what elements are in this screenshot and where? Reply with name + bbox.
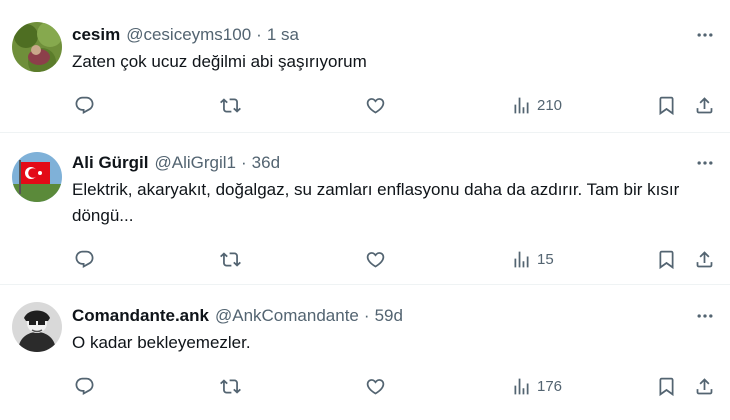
avatar[interactable] (12, 152, 62, 202)
avatar[interactable] (12, 22, 62, 72)
reply-icon (74, 376, 95, 397)
action-bar: 210 (0, 92, 730, 118)
retweet-button[interactable] (220, 373, 241, 399)
reply-button[interactable] (74, 246, 95, 272)
action-bar: 176 (0, 373, 730, 399)
avatar[interactable] (12, 302, 62, 352)
heart-icon (365, 249, 386, 270)
timestamp[interactable]: 1 sa (267, 25, 299, 45)
views-button[interactable]: 210 (511, 92, 562, 118)
reply-button[interactable] (74, 92, 95, 118)
separator-dot: · (363, 306, 370, 325)
share-icon (694, 376, 715, 397)
retweet-icon (220, 376, 241, 397)
more-options-button[interactable] (690, 151, 720, 175)
views-button[interactable]: 15 (511, 246, 554, 272)
reply-button[interactable] (74, 373, 95, 399)
bookmark-icon (656, 249, 677, 270)
bar-chart-icon (511, 95, 532, 116)
author-name[interactable]: cesim (72, 25, 120, 45)
share-icon (694, 95, 715, 116)
author-name[interactable]: Comandante.ank (72, 306, 209, 326)
bookmark-icon (656, 95, 677, 116)
reply-icon (74, 95, 95, 116)
bar-chart-icon (511, 376, 532, 397)
like-button[interactable] (365, 92, 386, 118)
separator-dot: · (256, 25, 262, 44)
bookmark-icon (656, 376, 677, 397)
views-button[interactable]: 176 (511, 373, 562, 399)
more-icon (695, 153, 715, 173)
bookmark-button[interactable] (656, 373, 677, 399)
tweet[interactable]: cesim @cesiceyms100 · 1 sa Zaten çok ucu… (0, 0, 730, 133)
tweet[interactable]: Comandante.ank @AnkComandante · 59d O ka… (0, 285, 730, 420)
heart-icon (365, 376, 386, 397)
share-button[interactable] (694, 246, 715, 272)
bookmark-button[interactable] (656, 246, 677, 272)
views-count: 210 (537, 96, 563, 114)
author-name[interactable]: Ali Gürgil (72, 153, 149, 173)
tweet-text: Zaten çok ucuz değilmi abi şaşırıyorum (72, 52, 367, 71)
like-button[interactable] (365, 246, 386, 272)
views-count: 15 (537, 250, 554, 268)
share-button[interactable] (694, 373, 715, 399)
retweet-icon (220, 249, 241, 270)
more-options-button[interactable] (690, 304, 720, 328)
author-handle[interactable]: @AliGrgil1 (155, 153, 237, 173)
retweet-button[interactable] (220, 246, 241, 272)
author-handle[interactable]: @AnkComandante (215, 306, 359, 326)
share-button[interactable] (694, 92, 715, 118)
action-bar: 15 (0, 246, 730, 272)
timestamp[interactable]: 59d (375, 306, 403, 326)
heart-icon (365, 95, 386, 116)
author-handle[interactable]: @cesiceyms100 (126, 25, 251, 45)
like-button[interactable] (365, 373, 386, 399)
views-count: 176 (537, 377, 563, 395)
retweet-icon (220, 95, 241, 116)
more-icon (695, 306, 715, 326)
tweet[interactable]: Ali Gürgil @AliGrgil1 · 36d Elektrik, ak… (0, 133, 730, 285)
retweet-button[interactable] (220, 92, 241, 118)
more-options-button[interactable] (690, 23, 720, 47)
bar-chart-icon (511, 249, 532, 270)
share-icon (694, 249, 715, 270)
reply-icon (74, 249, 95, 270)
timestamp[interactable]: 36d (252, 153, 280, 173)
bookmark-button[interactable] (656, 92, 677, 118)
tweet-text: Elektrik, akaryakıt, doğalgaz, su zamlar… (72, 180, 680, 225)
tweet-text: O kadar bekleyemezler. (72, 333, 251, 352)
more-icon (695, 25, 715, 45)
separator-dot: · (241, 153, 247, 172)
